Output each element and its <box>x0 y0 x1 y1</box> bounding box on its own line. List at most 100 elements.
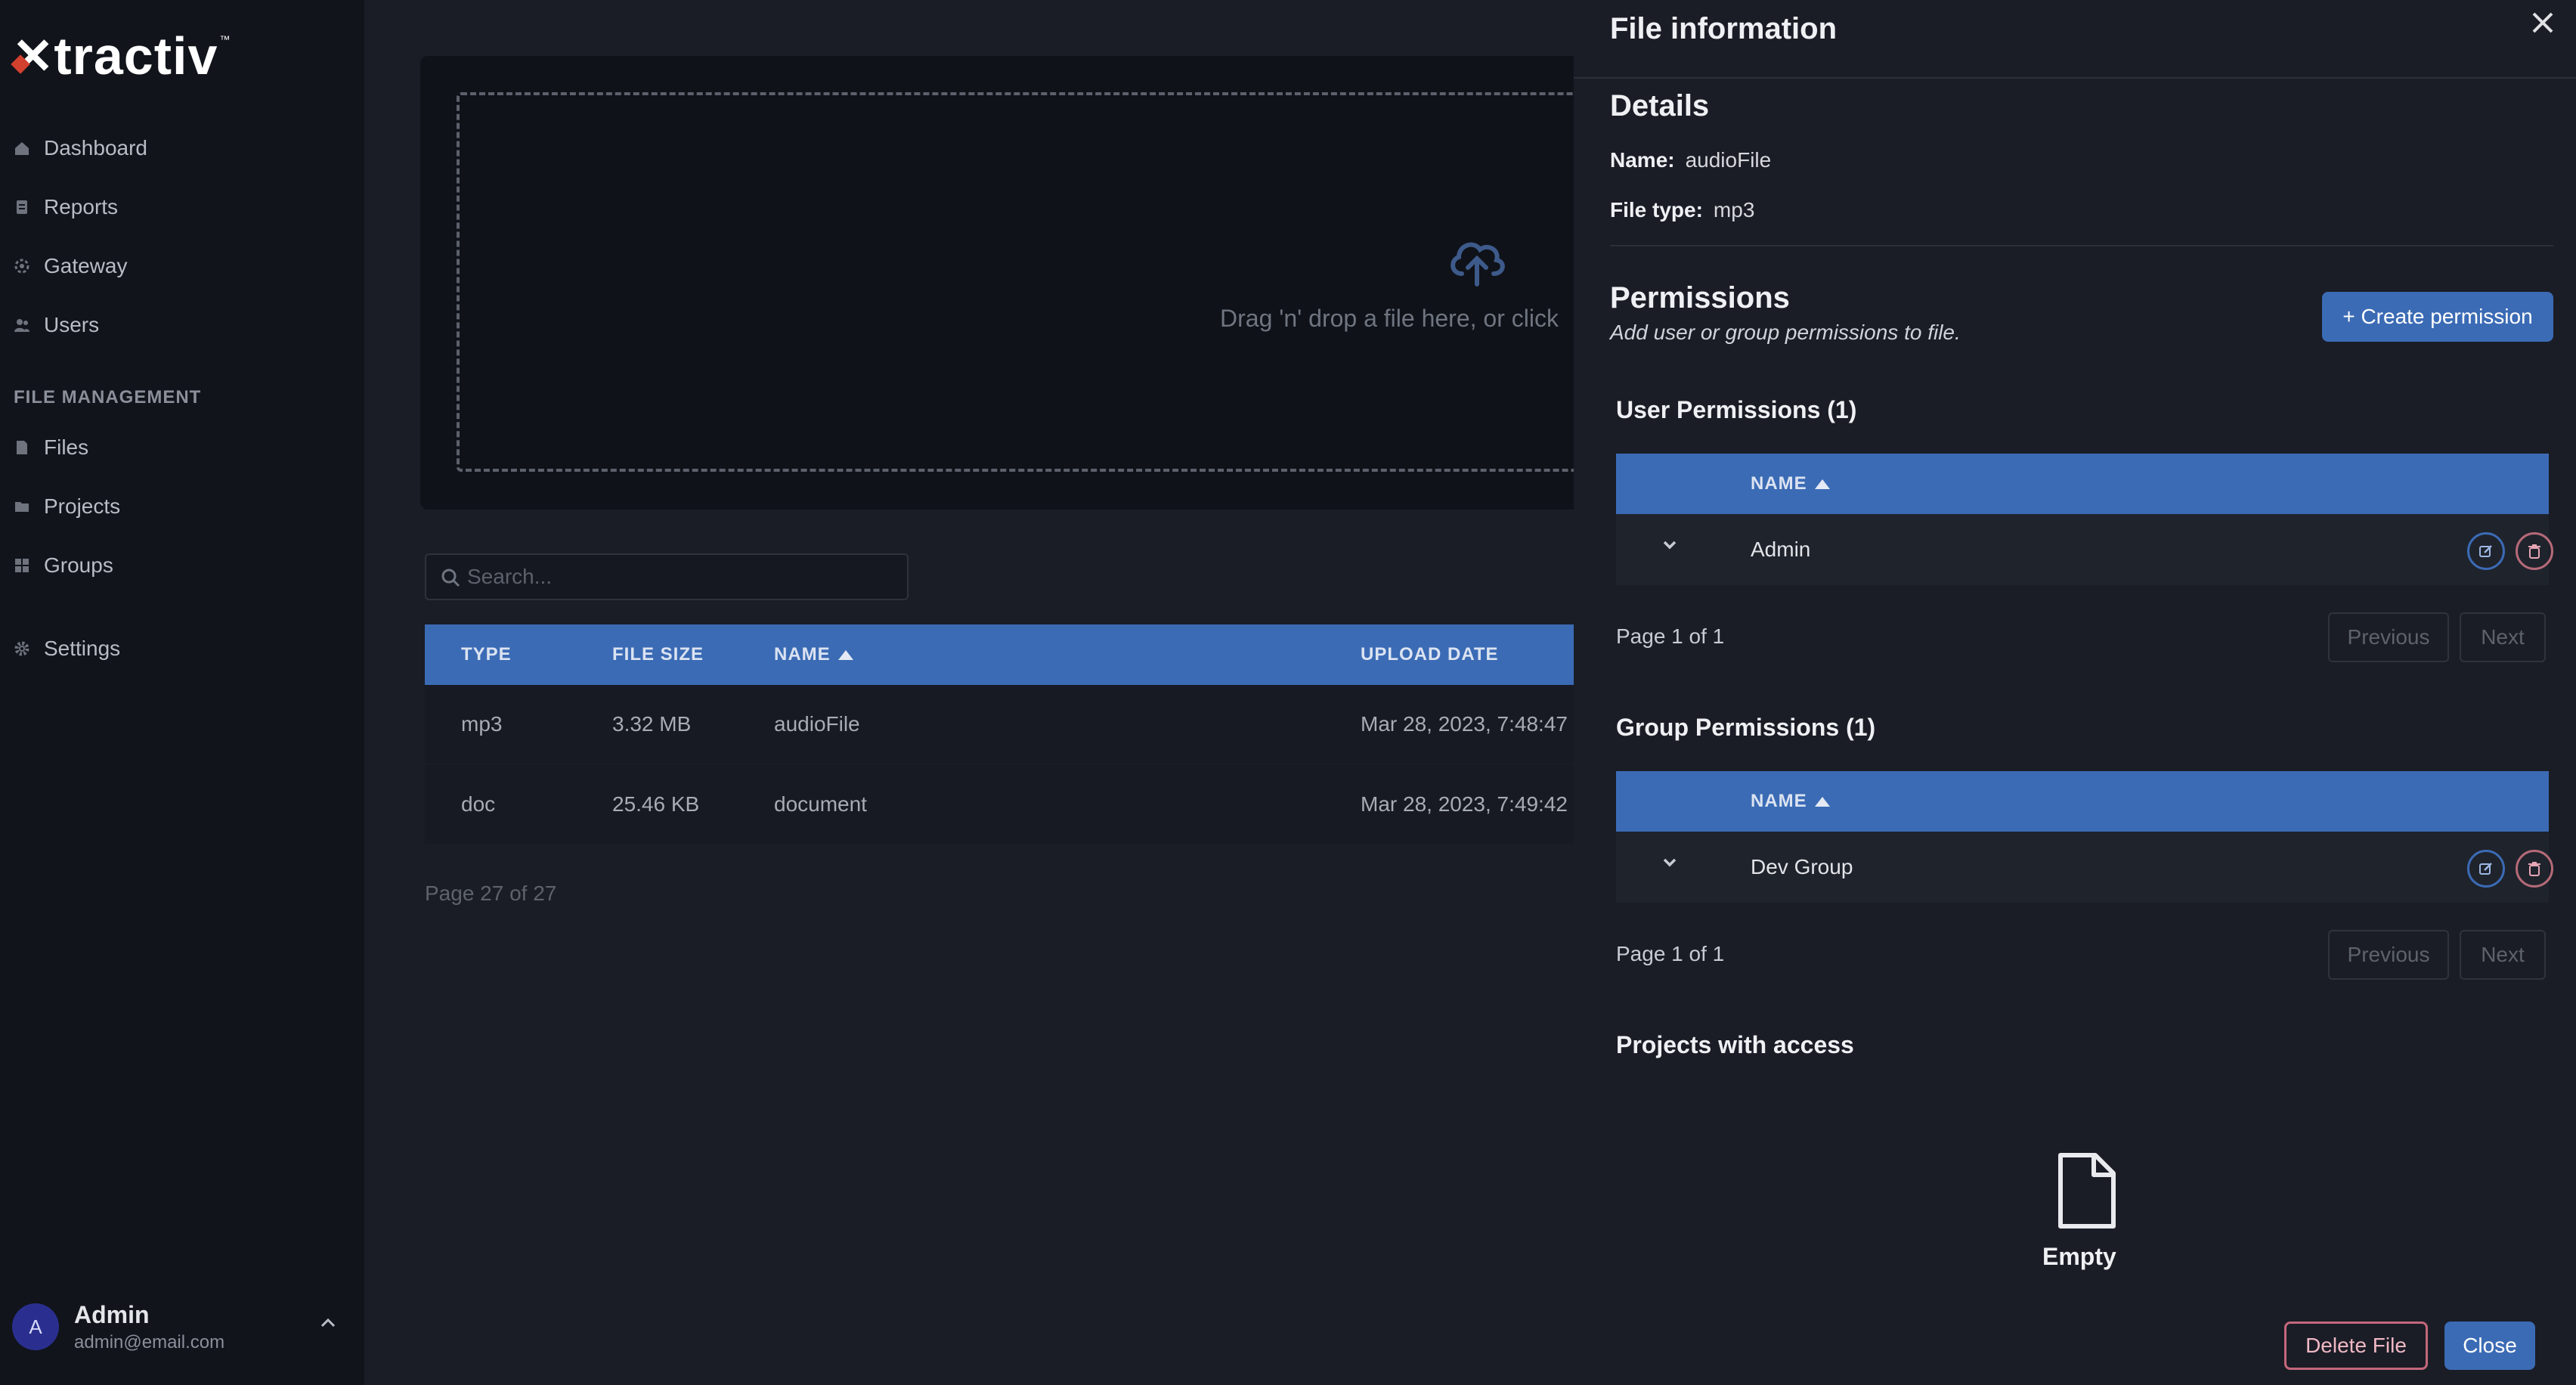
sidebar-item-projects[interactable]: Projects <box>14 490 120 523</box>
sidebar-item-users[interactable]: Users <box>14 308 99 342</box>
cloud-upload-icon <box>1444 227 1510 293</box>
trash-icon[interactable] <box>2516 532 2553 570</box>
close-icon[interactable] <box>2526 6 2559 39</box>
user-permissions-heading: User Permissions (1) <box>1616 396 1857 423</box>
column-name-label: NAME <box>774 644 831 665</box>
detail-type-value: mp3 <box>1713 198 1755 222</box>
sidebar-item-reports[interactable]: Reports <box>14 191 118 224</box>
divider <box>1610 245 2553 246</box>
table-row[interactable]: Admin <box>1616 514 2553 585</box>
cell-type: doc <box>461 792 496 816</box>
user-menu[interactable]: A Admin admin@email.com <box>12 1299 352 1355</box>
permissions-subtitle: Add user or group permissions to file. <box>1610 321 1961 344</box>
column-upload-date[interactable]: UPLOAD DATE <box>1361 624 1499 685</box>
column-type[interactable]: TYPE <box>461 624 512 685</box>
chevron-up-icon[interactable] <box>319 1314 337 1332</box>
sort-ascending-icon <box>1814 796 1830 807</box>
search-box[interactable] <box>425 553 909 600</box>
files-page-indicator: Page 27 of 27 <box>425 882 557 905</box>
table-row[interactable]: mp3 3.32 MB audioFile Mar 28, 2023, 7:48… <box>425 685 1649 764</box>
divider <box>1574 77 2576 79</box>
sidebar-item-files[interactable]: Files <box>14 431 88 464</box>
grid-icon <box>14 557 30 574</box>
group-permissions-heading: Group Permissions (1) <box>1616 714 1876 741</box>
dropzone-text: Drag 'n' drop a file here, or click <box>1220 305 1559 332</box>
tractiv-logo[interactable]: ✕ tractiv ™ <box>12 27 230 85</box>
panel-title: File information <box>1610 12 1837 45</box>
column-name[interactable]: NAME <box>1751 454 1830 514</box>
logo-trademark: ™ <box>219 33 231 45</box>
sidebar-item-label: Dashboard <box>44 136 147 160</box>
gateway-icon <box>14 258 30 274</box>
column-name-label: NAME <box>1751 473 1807 494</box>
file-information-panel: File information Details Name: audioFile … <box>1574 0 2576 1385</box>
home-icon <box>14 140 30 156</box>
permission-name: Dev Group <box>1751 855 1853 878</box>
detail-type-label: File type: <box>1610 198 1703 222</box>
avatar: A <box>12 1303 59 1350</box>
trash-icon[interactable] <box>2516 850 2553 888</box>
users-icon <box>14 317 30 333</box>
cell-file-size: 25.46 KB <box>612 792 700 816</box>
search-input[interactable] <box>467 565 890 589</box>
sidebar-item-label: Files <box>44 435 89 459</box>
edit-icon[interactable] <box>2467 850 2505 888</box>
chevron-down-icon[interactable] <box>1658 851 1681 874</box>
user-permissions-table-header: NAME <box>1616 454 2549 514</box>
sidebar-item-label: Reports <box>44 195 119 218</box>
sidebar-item-gateway[interactable]: Gateway <box>14 249 128 283</box>
create-permission-button[interactable]: + Create permission <box>2322 292 2553 342</box>
sidebar-item-label: Gateway <box>44 254 128 277</box>
projects-with-access-heading: Projects with access <box>1616 1031 1854 1058</box>
cell-upload-date: Mar 28, 2023, 7:49:42 <box>1361 792 1568 816</box>
sidebar-item-label: Projects <box>44 494 121 518</box>
file-icon <box>14 439 30 456</box>
cell-name: audioFile <box>774 712 860 736</box>
delete-file-button[interactable]: Delete File <box>2284 1321 2428 1370</box>
group-permissions-table-header: NAME <box>1616 771 2549 832</box>
user-permissions-page-indicator: Page 1 of 1 <box>1616 624 1725 648</box>
sort-ascending-icon <box>838 649 853 660</box>
close-button[interactable]: Close <box>2444 1321 2535 1370</box>
previous-button[interactable]: Previous <box>2328 612 2449 662</box>
sidebar-item-label: Settings <box>44 637 121 660</box>
sidebar: ✕ tractiv ™ Dashboard Reports Gateway Us… <box>0 0 364 1385</box>
empty-file-icon <box>2050 1153 2122 1235</box>
cell-name: document <box>774 792 867 816</box>
column-name[interactable]: NAME <box>1751 771 1830 832</box>
cell-type: mp3 <box>461 712 503 736</box>
edit-icon[interactable] <box>2467 532 2505 570</box>
detail-name: Name: audioFile <box>1610 148 1771 172</box>
next-button[interactable]: Next <box>2460 930 2546 980</box>
group-permissions-page-indicator: Page 1 of 1 <box>1616 942 1725 965</box>
column-name-label: NAME <box>1751 791 1807 811</box>
report-icon <box>14 199 30 215</box>
logo-wordmark: tractiv <box>54 26 218 85</box>
user-info: Admin admin@email.com <box>74 1301 224 1353</box>
search-icon <box>440 567 461 588</box>
sidebar-item-groups[interactable]: Groups <box>14 549 113 582</box>
sidebar-item-dashboard[interactable]: Dashboard <box>14 132 147 165</box>
user-email: admin@email.com <box>74 1331 225 1352</box>
logo-x-mark: ✕ <box>12 28 54 84</box>
folder-icon <box>14 498 30 515</box>
column-name[interactable]: NAME <box>774 624 853 685</box>
gear-icon <box>14 640 30 657</box>
table-row[interactable]: doc 25.46 KB document Mar 28, 2023, 7:49… <box>425 765 1649 844</box>
sidebar-item-label: Groups <box>44 553 113 577</box>
section-file-management: FILE MANAGEMENT <box>14 387 202 407</box>
cell-upload-date: Mar 28, 2023, 7:48:47 <box>1361 712 1568 736</box>
files-table-header: TYPE FILE SIZE NAME UPLOAD DATE <box>425 624 1649 685</box>
column-file-size[interactable]: FILE SIZE <box>612 624 704 685</box>
chevron-down-icon[interactable] <box>1658 534 1681 556</box>
permission-name: Admin <box>1751 538 1811 561</box>
permissions-heading: Permissions <box>1610 281 1790 314</box>
sidebar-item-label: Users <box>44 313 100 336</box>
empty-state <box>2027 1151 2145 1236</box>
next-button[interactable]: Next <box>2460 612 2546 662</box>
sidebar-item-settings[interactable]: Settings <box>14 632 120 665</box>
table-row[interactable]: Dev Group <box>1616 832 2553 903</box>
sort-ascending-icon <box>1814 479 1830 489</box>
detail-name-value: audioFile <box>1685 148 1772 172</box>
previous-button[interactable]: Previous <box>2328 930 2449 980</box>
